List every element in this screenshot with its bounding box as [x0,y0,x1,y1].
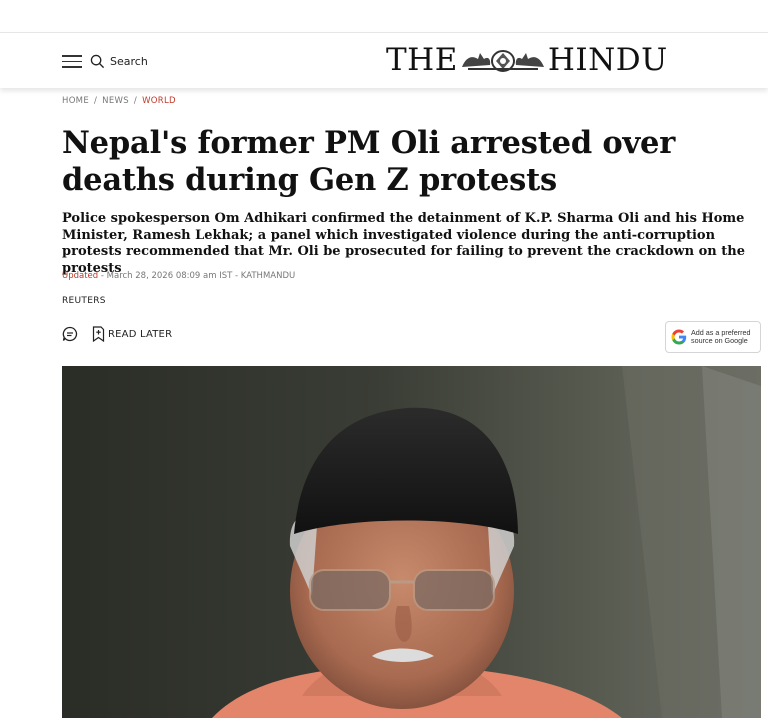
portrait-image [62,366,761,718]
comment-icon[interactable] [62,326,78,342]
logo-word-the: THE [386,42,458,78]
top-spacer-bar [0,0,768,32]
article-deck: Police spokesperson Om Adhikari confirme… [62,211,745,276]
site-logo[interactable]: THE HINDU [386,42,676,78]
article-lead-photo [62,366,761,718]
breadcrumb-world[interactable]: WORLD [142,96,176,106]
article-byline[interactable]: REUTERS [62,296,106,306]
bookmark-icon [92,326,105,342]
logo-word-hindu: HINDU [547,42,668,78]
breadcrumb-separator: / [94,96,98,106]
article-headline: Nepal's former PM Oli arrested over deat… [62,125,676,198]
emblem-crest-icon [461,50,544,72]
hamburger-menu-icon[interactable] [62,55,82,68]
breadcrumb-home[interactable]: HOME [62,96,89,106]
google-g-icon [671,329,687,345]
breadcrumb-separator: / [133,96,138,106]
search-button[interactable]: Search [90,51,148,71]
updated-label: Updated [62,271,99,281]
breadcrumb: HOME / NEWS / WORLD [62,96,176,106]
read-later-label: READ LATER [108,328,173,340]
article-meta: Updated - March 28, 2026 08:09 am IST - … [62,271,295,281]
search-icon [90,54,105,68]
breadcrumb-news[interactable]: NEWS [102,96,129,106]
search-label: Search [110,54,148,68]
google-preferred-source-button[interactable]: Add as a preferred source on Google [665,321,761,353]
google-button-text: Add as a preferred source on Google [691,328,751,346]
article-actions: READ LATER [62,326,172,342]
google-line-2: source on Google [691,336,748,345]
date-line: - March 28, 2026 08:09 am IST - KATHMAND… [98,271,296,281]
site-header: Search THE HINDU [0,32,768,88]
read-later-button[interactable]: READ LATER [92,326,172,342]
